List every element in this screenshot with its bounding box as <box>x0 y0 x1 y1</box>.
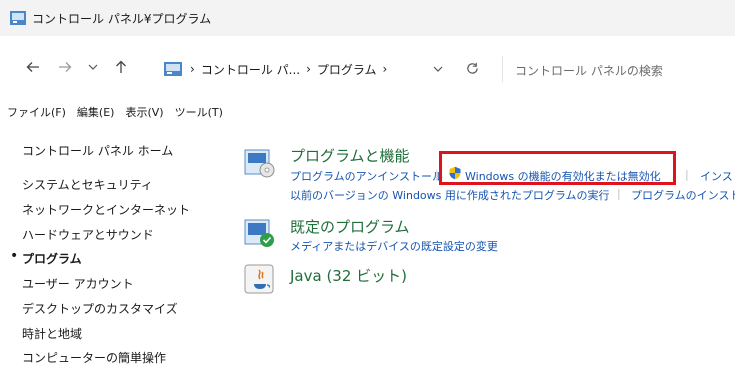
menu-tools[interactable]: ツール(T) <box>175 104 223 120</box>
breadcrumb-separator-icon: › <box>190 62 195 76</box>
uninstall-program-link[interactable]: プログラムのアンインストール <box>290 168 443 184</box>
menu-bar: ファイル(F) 編集(E) 表示(V) ツール(T) <box>0 100 735 124</box>
breadcrumb-programs[interactable]: プログラム <box>317 61 377 78</box>
up-button[interactable] <box>110 56 132 78</box>
java-title[interactable]: Java (32 ビット) <box>290 265 407 286</box>
highlight-box <box>439 151 676 185</box>
sidebar-item-user-accounts[interactable]: ユーザー アカウント <box>22 275 134 292</box>
control-panel-icon <box>164 62 182 76</box>
compatibility-link[interactable]: 以前のバージョンの Windows 用に作成されたプログラムの実行 <box>290 187 610 203</box>
default-programs-icon[interactable] <box>243 218 277 248</box>
sidebar-item-clock-region[interactable]: 時計と地域 <box>22 325 82 342</box>
java-icon[interactable] <box>243 264 277 294</box>
programs-features-title[interactable]: プログラムと機能 <box>290 145 410 166</box>
address-bar[interactable]: › コントロール パ... › プログラム › <box>150 56 495 82</box>
arrow-left-icon <box>26 62 39 72</box>
recent-locations-button[interactable] <box>82 56 104 78</box>
media-defaults-link[interactable]: メディアまたはデバイスの既定設定の変更 <box>290 238 498 254</box>
search-box[interactable]: コントロール パネルの検索 <box>502 56 735 82</box>
navigation-bar: › コントロール パ... › プログラム › コントロール パネルの検索 <box>0 48 735 92</box>
chevron-down-icon <box>88 64 98 70</box>
arrow-right-icon <box>59 62 72 72</box>
current-item-bullet-icon: • <box>10 248 19 264</box>
sidebar-item-network[interactable]: ネットワークとインターネット <box>22 201 190 218</box>
sidebar-item-ease-of-access[interactable]: コンピューターの簡単操作 <box>22 349 166 366</box>
default-programs-title[interactable]: 既定のプログラム <box>290 216 410 237</box>
programs-features-icon[interactable] <box>243 148 277 178</box>
sidebar: コントロール パネル ホーム システムとセキュリティ ネットワークとインターネッ… <box>0 130 220 383</box>
address-dropdown-icon[interactable] <box>433 64 443 74</box>
sidebar-item-system-security[interactable]: システムとセキュリティ <box>22 176 153 193</box>
install-program-link[interactable]: インスト <box>700 168 735 184</box>
sidebar-item-desktop[interactable]: デスクトップのカスタマイズ <box>22 300 178 317</box>
back-button[interactable] <box>22 56 44 78</box>
sidebar-item-hardware[interactable]: ハードウェアとサウンド <box>22 226 154 243</box>
menu-edit[interactable]: 編集(E) <box>77 104 115 120</box>
forward-button[interactable] <box>54 56 76 78</box>
search-input[interactable]: コントロール パネルの検索 <box>515 62 663 79</box>
link-separator: | <box>617 187 621 200</box>
breadcrumb-separator-icon[interactable]: › <box>383 62 388 76</box>
install-method-link[interactable]: プログラムのインストー <box>631 187 735 203</box>
breadcrumb-control-panel[interactable]: コントロール パ... <box>201 61 300 78</box>
breadcrumb-separator-icon: › <box>306 62 311 76</box>
sidebar-item-home[interactable]: コントロール パネル ホーム <box>22 142 173 159</box>
link-separator: | <box>685 168 689 181</box>
arrow-up-icon <box>116 60 126 73</box>
control-panel-icon <box>10 11 26 25</box>
refresh-icon[interactable] <box>466 62 479 75</box>
menu-view[interactable]: 表示(V) <box>125 104 163 120</box>
window-title: コントロール パネル¥プログラム <box>32 12 212 26</box>
title-bar: コントロール パネル¥プログラム <box>0 0 735 36</box>
sidebar-item-programs: プログラム <box>22 252 82 266</box>
menu-file[interactable]: ファイル(F) <box>7 104 66 120</box>
